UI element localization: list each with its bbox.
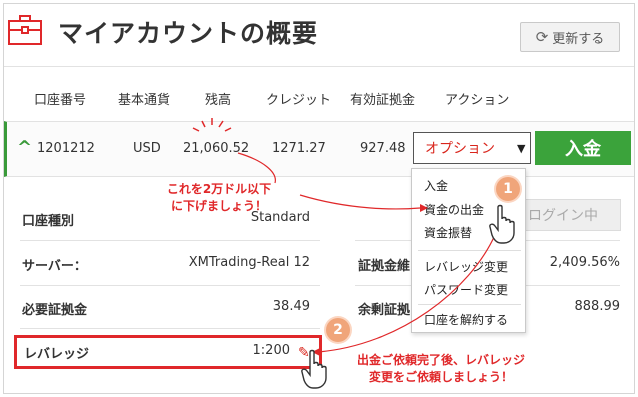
col-account-number: 口座番号 <box>34 93 87 108</box>
table-header: 口座番号 基本通貨 残高 クレジット 有効証拠金 アクション <box>4 66 634 121</box>
server-value: XMTrading-Real 12 <box>188 255 310 270</box>
required-margin-label: 必要証拠金 <box>22 303 88 318</box>
refresh-label: 更新する <box>552 31 605 47</box>
options-dropdown-button[interactable]: オプション ▼ <box>413 132 531 164</box>
menu-item-change-password[interactable]: パスワード変更 <box>424 281 508 298</box>
annotation-note-1: これを2万ドル以下 に下げましょう！ <box>150 181 288 215</box>
col-credit: クレジット <box>266 93 332 108</box>
margin-level-value: 2,409.56% <box>549 255 620 270</box>
menu-item-close-account[interactable]: 口座を解約する <box>424 311 508 328</box>
margin-level-label: 証拠金維 <box>358 259 411 274</box>
menu-divider <box>418 304 521 305</box>
menu-item-withdraw[interactable]: 資金の出金 <box>424 201 484 218</box>
annotation-note-1-line2: に下げましょう！ <box>170 199 267 213</box>
annotation-note-1-line1: これを2万ドル以下 <box>166 182 272 196</box>
annotation-note-2-line1: 出金ご依頼完了後、レバレッジ <box>356 353 525 367</box>
col-base-currency: 基本通貨 <box>118 93 171 108</box>
account-balance: 21,060.52 <box>183 141 250 156</box>
col-equity: 有効証拠金 <box>350 93 416 108</box>
page-title: マイアカウントの概要 <box>58 19 319 48</box>
account-type-label: 口座種別 <box>22 214 75 229</box>
menu-divider <box>418 250 521 251</box>
step-badge-1: 1 <box>496 177 520 201</box>
account-equity: 927.48 <box>360 141 406 156</box>
divider <box>20 328 320 329</box>
account-currency: USD <box>133 141 161 156</box>
options-label: オプション <box>425 141 495 157</box>
required-margin-value: 38.49 <box>272 299 310 314</box>
account-credit: 1271.27 <box>272 141 326 156</box>
annotation-note-2: 出金ご依頼完了後、レバレッジ 変更をご依頼しましょう！ <box>336 352 546 386</box>
refresh-icon: ⟳ <box>535 28 549 46</box>
col-action: アクション <box>445 93 510 108</box>
divider <box>20 240 320 241</box>
col-balance: 残高 <box>205 93 232 108</box>
deposit-button[interactable]: 入金 <box>535 131 631 165</box>
chevron-up-icon[interactable]: ^ <box>17 137 32 158</box>
menu-item-deposit[interactable]: 入金 <box>424 177 448 194</box>
annotation-note-2-line2: 変更をご依頼しましょう！ <box>368 370 513 384</box>
refresh-button[interactable]: ⟳ 更新する <box>520 22 620 52</box>
account-number: 1201212 <box>37 141 95 156</box>
menu-item-change-leverage[interactable]: レバレッジ変更 <box>424 258 508 275</box>
caret-down-icon: ▼ <box>517 141 526 155</box>
briefcase-icon <box>8 15 42 45</box>
pencil-icon[interactable]: ✎ <box>298 345 310 361</box>
table-row[interactable]: ^ 1201212 USD 21,060.52 1271.27 927.48 オ… <box>4 121 634 177</box>
free-margin-value: 888.99 <box>574 299 621 314</box>
step-badge-2: 2 <box>326 318 350 342</box>
leverage-label: レバレッジ <box>24 347 90 362</box>
free-margin-label: 余剰証拠 <box>358 303 411 318</box>
menu-item-transfer[interactable]: 資金振替 <box>424 224 472 241</box>
leverage-value: 1:200 <box>252 343 290 358</box>
divider <box>20 285 320 286</box>
server-label: サーバー： <box>22 259 87 274</box>
